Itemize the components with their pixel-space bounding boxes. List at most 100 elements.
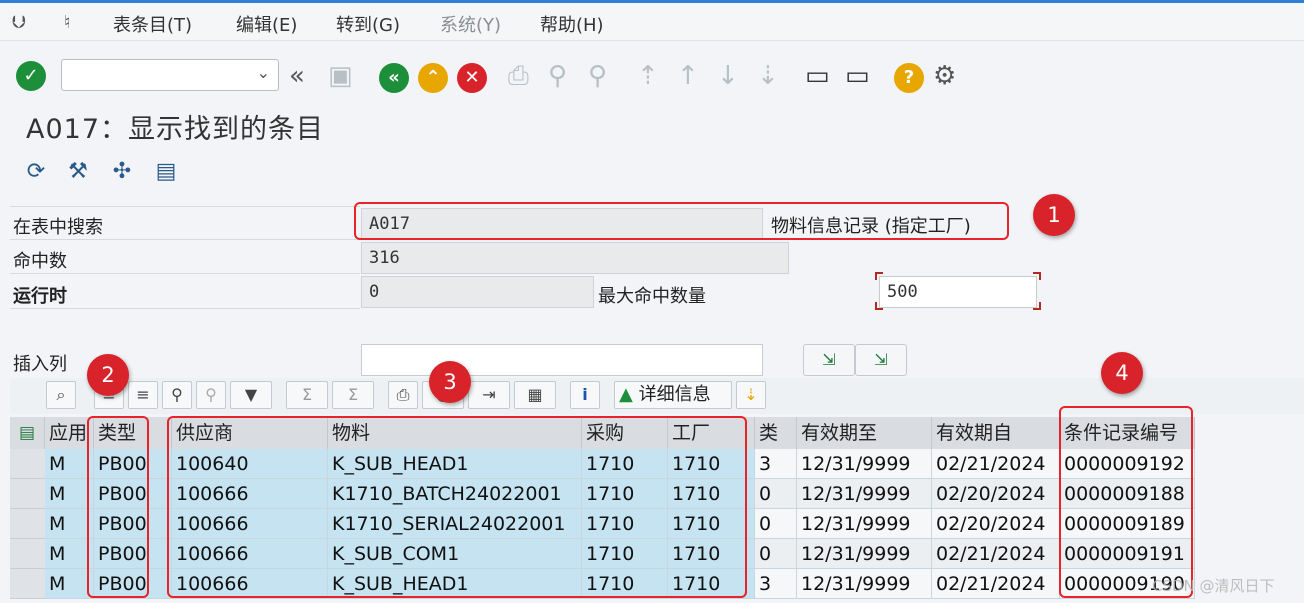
insert-right-icon: ⇲ — [874, 350, 888, 369]
layout-icon[interactable]: ▦ — [514, 381, 556, 409]
document-icon[interactable]: ▤ — [152, 158, 180, 186]
table-cell[interactable]: 0 — [755, 479, 797, 509]
help-icon[interactable]: ? — [894, 63, 924, 93]
table-cell[interactable]: 02/21/2024 — [932, 449, 1060, 479]
settings-icon[interactable]: ⚙ — [933, 61, 956, 91]
column-header[interactable]: 类 — [755, 417, 797, 449]
next-page-icon[interactable]: ↓ — [717, 61, 739, 91]
exit-icon[interactable]: ⌃ — [418, 63, 448, 93]
divider — [10, 308, 360, 309]
tools-icon[interactable]: ⚒ — [64, 158, 92, 186]
runtime-label: 运行时 — [13, 286, 67, 307]
puzzle-icon[interactable]: ✣ — [108, 158, 136, 186]
watermark: CSDN @清风日下 — [1152, 577, 1275, 595]
sum-icon[interactable]: Σ — [286, 381, 328, 409]
row-selector[interactable] — [10, 479, 45, 509]
row-selector[interactable] — [10, 509, 45, 539]
sort-icon[interactable]: ⇣ — [736, 381, 766, 409]
insert-column-label: 插入列 — [13, 354, 67, 375]
find-next-icon[interactable]: ⚲ — [196, 381, 226, 409]
export-icon[interactable]: ⇥ — [468, 381, 510, 409]
table-cell[interactable]: 02/20/2024 — [932, 509, 1060, 539]
annotation-box-3 — [167, 416, 747, 598]
insert-column-right-button[interactable]: ⇲ — [855, 344, 907, 376]
menu-item-help[interactable]: 帮助(H) — [540, 11, 604, 37]
system-toolbar: ✓ ⌄ « ▣ « ⌃ ✕ ⎙ ⚲ ⚲ ⇡ ↑ ↓ ⇣ ▭ ▭ ? ⚙ — [0, 41, 1304, 103]
divider — [10, 239, 360, 240]
menu-bar: ⮋ ♮ 表条目(T) 编辑(E) 转到(G) 系统(Y) 帮助(H) — [0, 3, 1304, 41]
filter-icon[interactable]: ▼ — [230, 381, 272, 409]
hits-field: 316 — [361, 242, 789, 274]
menu-pin-icon[interactable]: ♮ — [64, 12, 70, 33]
table-cell[interactable]: 12/31/9999 — [797, 479, 932, 509]
last-page-icon[interactable]: ⇣ — [757, 61, 779, 91]
table-cell[interactable]: 12/31/9999 — [797, 509, 932, 539]
runtime-field: 0 — [361, 276, 594, 308]
table-cell[interactable]: 12/31/9999 — [797, 569, 932, 599]
focus-corner — [1033, 272, 1041, 280]
max-hits-label: 最大命中数量 — [598, 286, 706, 307]
menu-item-table-entry[interactable]: 表条目(T) — [113, 11, 192, 37]
info-icon[interactable]: i — [570, 381, 600, 409]
row-selector[interactable] — [10, 569, 45, 599]
table-cell[interactable]: 3 — [755, 569, 797, 599]
mountain-icon: ▲ — [619, 384, 633, 405]
annotation-badge: 1 — [1033, 194, 1075, 236]
command-field[interactable]: ⌄ — [61, 59, 279, 91]
shortcut-icon[interactable]: ▭ — [845, 61, 870, 91]
cancel-icon[interactable]: ✕ — [457, 63, 487, 93]
enter-icon[interactable]: ✓ — [16, 61, 46, 91]
chevron-down-icon[interactable]: ⌄ — [257, 63, 270, 82]
find-icon[interactable]: ⚲ — [162, 381, 192, 409]
create-session-icon[interactable]: ▭ — [805, 61, 830, 91]
menu-item-edit[interactable]: 编辑(E) — [236, 11, 297, 37]
hits-label: 命中数 — [13, 251, 67, 272]
annotation-badge: 3 — [429, 361, 471, 403]
table-cell[interactable]: 3 — [755, 449, 797, 479]
focus-corner — [1033, 302, 1041, 310]
first-page-icon[interactable]: ⇡ — [637, 61, 659, 91]
menu-item-system[interactable]: 系统(Y) — [440, 11, 501, 37]
table-cell[interactable]: 12/31/9999 — [797, 449, 932, 479]
table-cell[interactable]: 12/31/9999 — [797, 539, 932, 569]
column-header[interactable]: 有效期至 — [797, 417, 932, 449]
table-cell[interactable]: 0 — [755, 509, 797, 539]
row-selector[interactable] — [10, 449, 45, 479]
annotation-badge: 4 — [1101, 352, 1143, 394]
annotation-box-1 — [354, 202, 1009, 240]
select-all-icon[interactable]: ▤ — [10, 417, 45, 449]
annotation-box-4 — [1059, 406, 1193, 598]
table-cell[interactable]: 02/21/2024 — [932, 569, 1060, 599]
insert-column-button[interactable]: ⇲ — [803, 344, 855, 376]
insert-column-input[interactable] — [361, 344, 763, 376]
prev-page-icon[interactable]: ↑ — [677, 61, 699, 91]
table-cell[interactable]: 0 — [755, 539, 797, 569]
find-icon[interactable]: ⚲ — [548, 61, 567, 91]
focus-corner — [875, 302, 883, 310]
collapse-left-icon[interactable]: « — [289, 61, 305, 91]
refresh-icon[interactable]: ⟳ — [22, 158, 50, 186]
page-title: A017：显示找到的条目 — [26, 114, 325, 145]
search-table-label: 在表中搜索 — [13, 217, 103, 238]
sort-descending-icon[interactable]: ≡ — [128, 381, 158, 409]
menu-item-goto[interactable]: 转到(G) — [336, 11, 400, 37]
table-cell[interactable]: 02/20/2024 — [932, 479, 1060, 509]
print-icon[interactable]: ⎙ — [508, 61, 529, 91]
annotation-box-2 — [87, 416, 149, 598]
details-button[interactable]: ▲ 详细信息 — [614, 381, 732, 409]
column-header[interactable]: 有效期自 — [932, 417, 1060, 449]
menu-icon[interactable]: ⮋ — [12, 12, 26, 33]
back-icon[interactable]: « — [379, 63, 409, 93]
divider — [10, 273, 360, 274]
divider — [10, 206, 360, 207]
save-icon[interactable]: ▣ — [328, 61, 353, 91]
row-selector[interactable] — [10, 539, 45, 569]
details-view-icon[interactable]: ⌕ — [46, 381, 76, 409]
details-label: 详细信息 — [638, 384, 711, 405]
subtotal-icon[interactable]: Σ — [332, 381, 374, 409]
print-icon[interactable]: ⎙ — [388, 381, 418, 409]
max-hits-input[interactable]: 500 — [879, 276, 1037, 308]
table-cell[interactable]: 02/21/2024 — [932, 539, 1060, 569]
find-next-icon[interactable]: ⚲ — [588, 61, 607, 91]
annotation-badge: 2 — [87, 354, 129, 396]
